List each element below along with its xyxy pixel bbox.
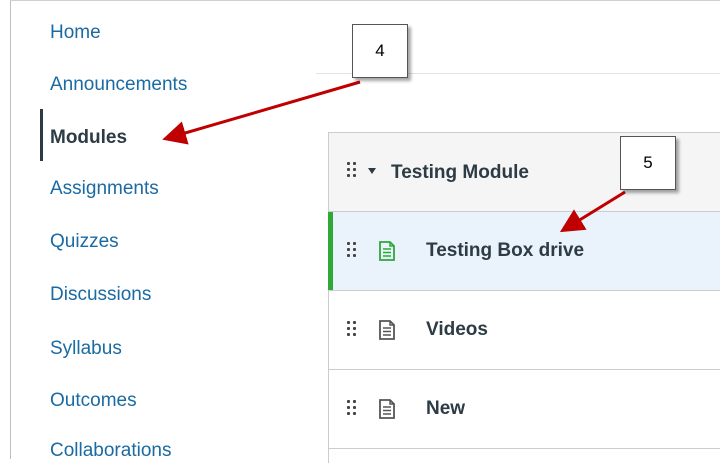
drag-handle-icon[interactable] bbox=[347, 400, 359, 418]
module-item-title[interactable]: Testing Box drive bbox=[426, 240, 584, 262]
nav-syllabus[interactable]: Syllabus bbox=[50, 338, 122, 360]
nav-announcements[interactable]: Announcements bbox=[50, 74, 187, 96]
page-icon bbox=[379, 241, 395, 261]
nav-discussions[interactable]: Discussions bbox=[50, 284, 151, 306]
nav-quizzes[interactable]: Quizzes bbox=[50, 231, 119, 253]
active-indicator bbox=[40, 109, 43, 161]
arrow-to-modules bbox=[162, 80, 361, 145]
window-left-border bbox=[10, 0, 11, 459]
drag-handle-icon[interactable] bbox=[347, 321, 359, 339]
drag-handle-icon[interactable] bbox=[347, 162, 359, 180]
module-item-row[interactable]: Videos bbox=[329, 291, 720, 370]
module-item-row[interactable]: New bbox=[329, 370, 720, 449]
drag-handle-icon[interactable] bbox=[347, 242, 359, 260]
selected-indicator bbox=[328, 212, 333, 290]
module-item-title[interactable]: Videos bbox=[426, 319, 488, 341]
nav-modules[interactable]: Modules bbox=[50, 127, 127, 149]
module-title[interactable]: Testing Module bbox=[391, 162, 529, 184]
nav-home[interactable]: Home bbox=[50, 22, 101, 44]
page-icon bbox=[379, 399, 395, 419]
collapse-caret-icon[interactable] bbox=[368, 168, 376, 174]
callout-4: 4 bbox=[352, 24, 408, 78]
window-top-border bbox=[10, 0, 720, 1]
nav-outcomes[interactable]: Outcomes bbox=[50, 390, 137, 412]
module-item-row[interactable]: Testing Box drive bbox=[328, 212, 720, 291]
module-item-title[interactable]: New bbox=[426, 398, 465, 420]
page-icon bbox=[379, 320, 395, 340]
nav-assignments[interactable]: Assignments bbox=[50, 178, 159, 200]
callout-5: 5 bbox=[620, 136, 676, 190]
